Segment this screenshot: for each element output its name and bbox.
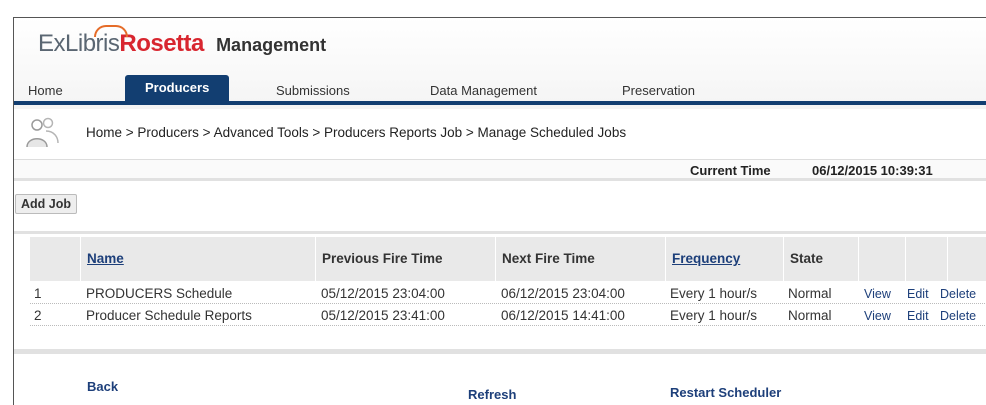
table-row: 1 PRODUCERS Schedule 05/12/2015 23:04:00… <box>30 283 986 304</box>
exlibris-rosetta-logo: ExLibrisRosetta Management <box>38 25 327 58</box>
tab-preservation[interactable]: Preservation <box>622 80 695 102</box>
tab-data-management[interactable]: Data Management <box>430 80 537 102</box>
header-state: State <box>783 237 858 281</box>
job-name: PRODUCERS Schedule <box>86 286 233 301</box>
main-nav-tabs: Home Producers Submissions Data Manageme… <box>14 75 986 105</box>
header-previous-fire-time: Previous Fire Time <box>315 237 495 281</box>
divider <box>14 231 986 234</box>
previous-fire-time: 05/12/2015 23:41:00 <box>321 308 445 323</box>
add-job-button[interactable]: Add Job <box>15 194 77 214</box>
breadcrumb: Home > Producers > Advanced Tools > Prod… <box>86 125 627 140</box>
table-row: 2 Producer Schedule Reports 05/12/2015 2… <box>30 305 986 326</box>
row-index: 1 <box>34 286 42 301</box>
current-time-bar: Current Time 06/12/2015 10:39:31 <box>14 159 986 181</box>
app-window: ExLibrisRosetta Management Home Producer… <box>13 17 986 405</box>
view-link[interactable]: View <box>864 309 891 323</box>
toolbar: Add Job <box>14 184 986 214</box>
current-time-value: 06/12/2015 10:39:31 <box>812 163 933 178</box>
breadcrumb-bar: Home > Producers > Advanced Tools > Prod… <box>14 109 986 153</box>
logo-arc-icon <box>94 25 128 37</box>
app-header: ExLibrisRosetta Management Home Producer… <box>14 18 986 118</box>
header-edit <box>905 237 947 281</box>
header-frequency[interactable]: Frequency <box>665 237 783 281</box>
restart-scheduler-link[interactable]: Restart Scheduler <box>670 385 781 400</box>
table-header: Name Previous Fire Time Next Fire Time F… <box>30 237 986 281</box>
frequency: Every 1 hour/s <box>670 286 758 301</box>
header-name[interactable]: Name <box>80 237 315 281</box>
header-index <box>30 237 80 281</box>
edit-link[interactable]: Edit <box>907 287 929 301</box>
current-time-label: Current Time <box>690 163 771 178</box>
state: Normal <box>788 308 832 323</box>
logo-management-text: Management <box>216 35 327 55</box>
header-view <box>858 237 905 281</box>
row-index: 2 <box>34 308 42 323</box>
refresh-link[interactable]: Refresh <box>468 387 516 402</box>
tab-submissions[interactable]: Submissions <box>276 80 350 102</box>
tab-producers[interactable]: Producers <box>125 75 230 101</box>
job-name: Producer Schedule Reports <box>86 308 252 323</box>
edit-link[interactable]: Edit <box>907 309 929 323</box>
divider <box>14 349 986 354</box>
logo-rosetta-text: Rosetta <box>119 30 204 57</box>
back-link[interactable]: Back <box>87 379 118 394</box>
previous-fire-time: 05/12/2015 23:04:00 <box>321 286 445 301</box>
delete-link[interactable]: Delete <box>940 309 976 323</box>
tab-home[interactable]: Home <box>28 80 63 102</box>
next-fire-time: 06/12/2015 23:04:00 <box>501 286 625 301</box>
header-next-fire-time: Next Fire Time <box>495 237 665 281</box>
users-icon <box>26 117 59 148</box>
next-fire-time: 06/12/2015 14:41:00 <box>501 308 625 323</box>
delete-link[interactable]: Delete <box>940 287 976 301</box>
view-link[interactable]: View <box>864 287 891 301</box>
frequency: Every 1 hour/s <box>670 308 758 323</box>
header-delete <box>947 237 986 281</box>
state: Normal <box>788 286 832 301</box>
